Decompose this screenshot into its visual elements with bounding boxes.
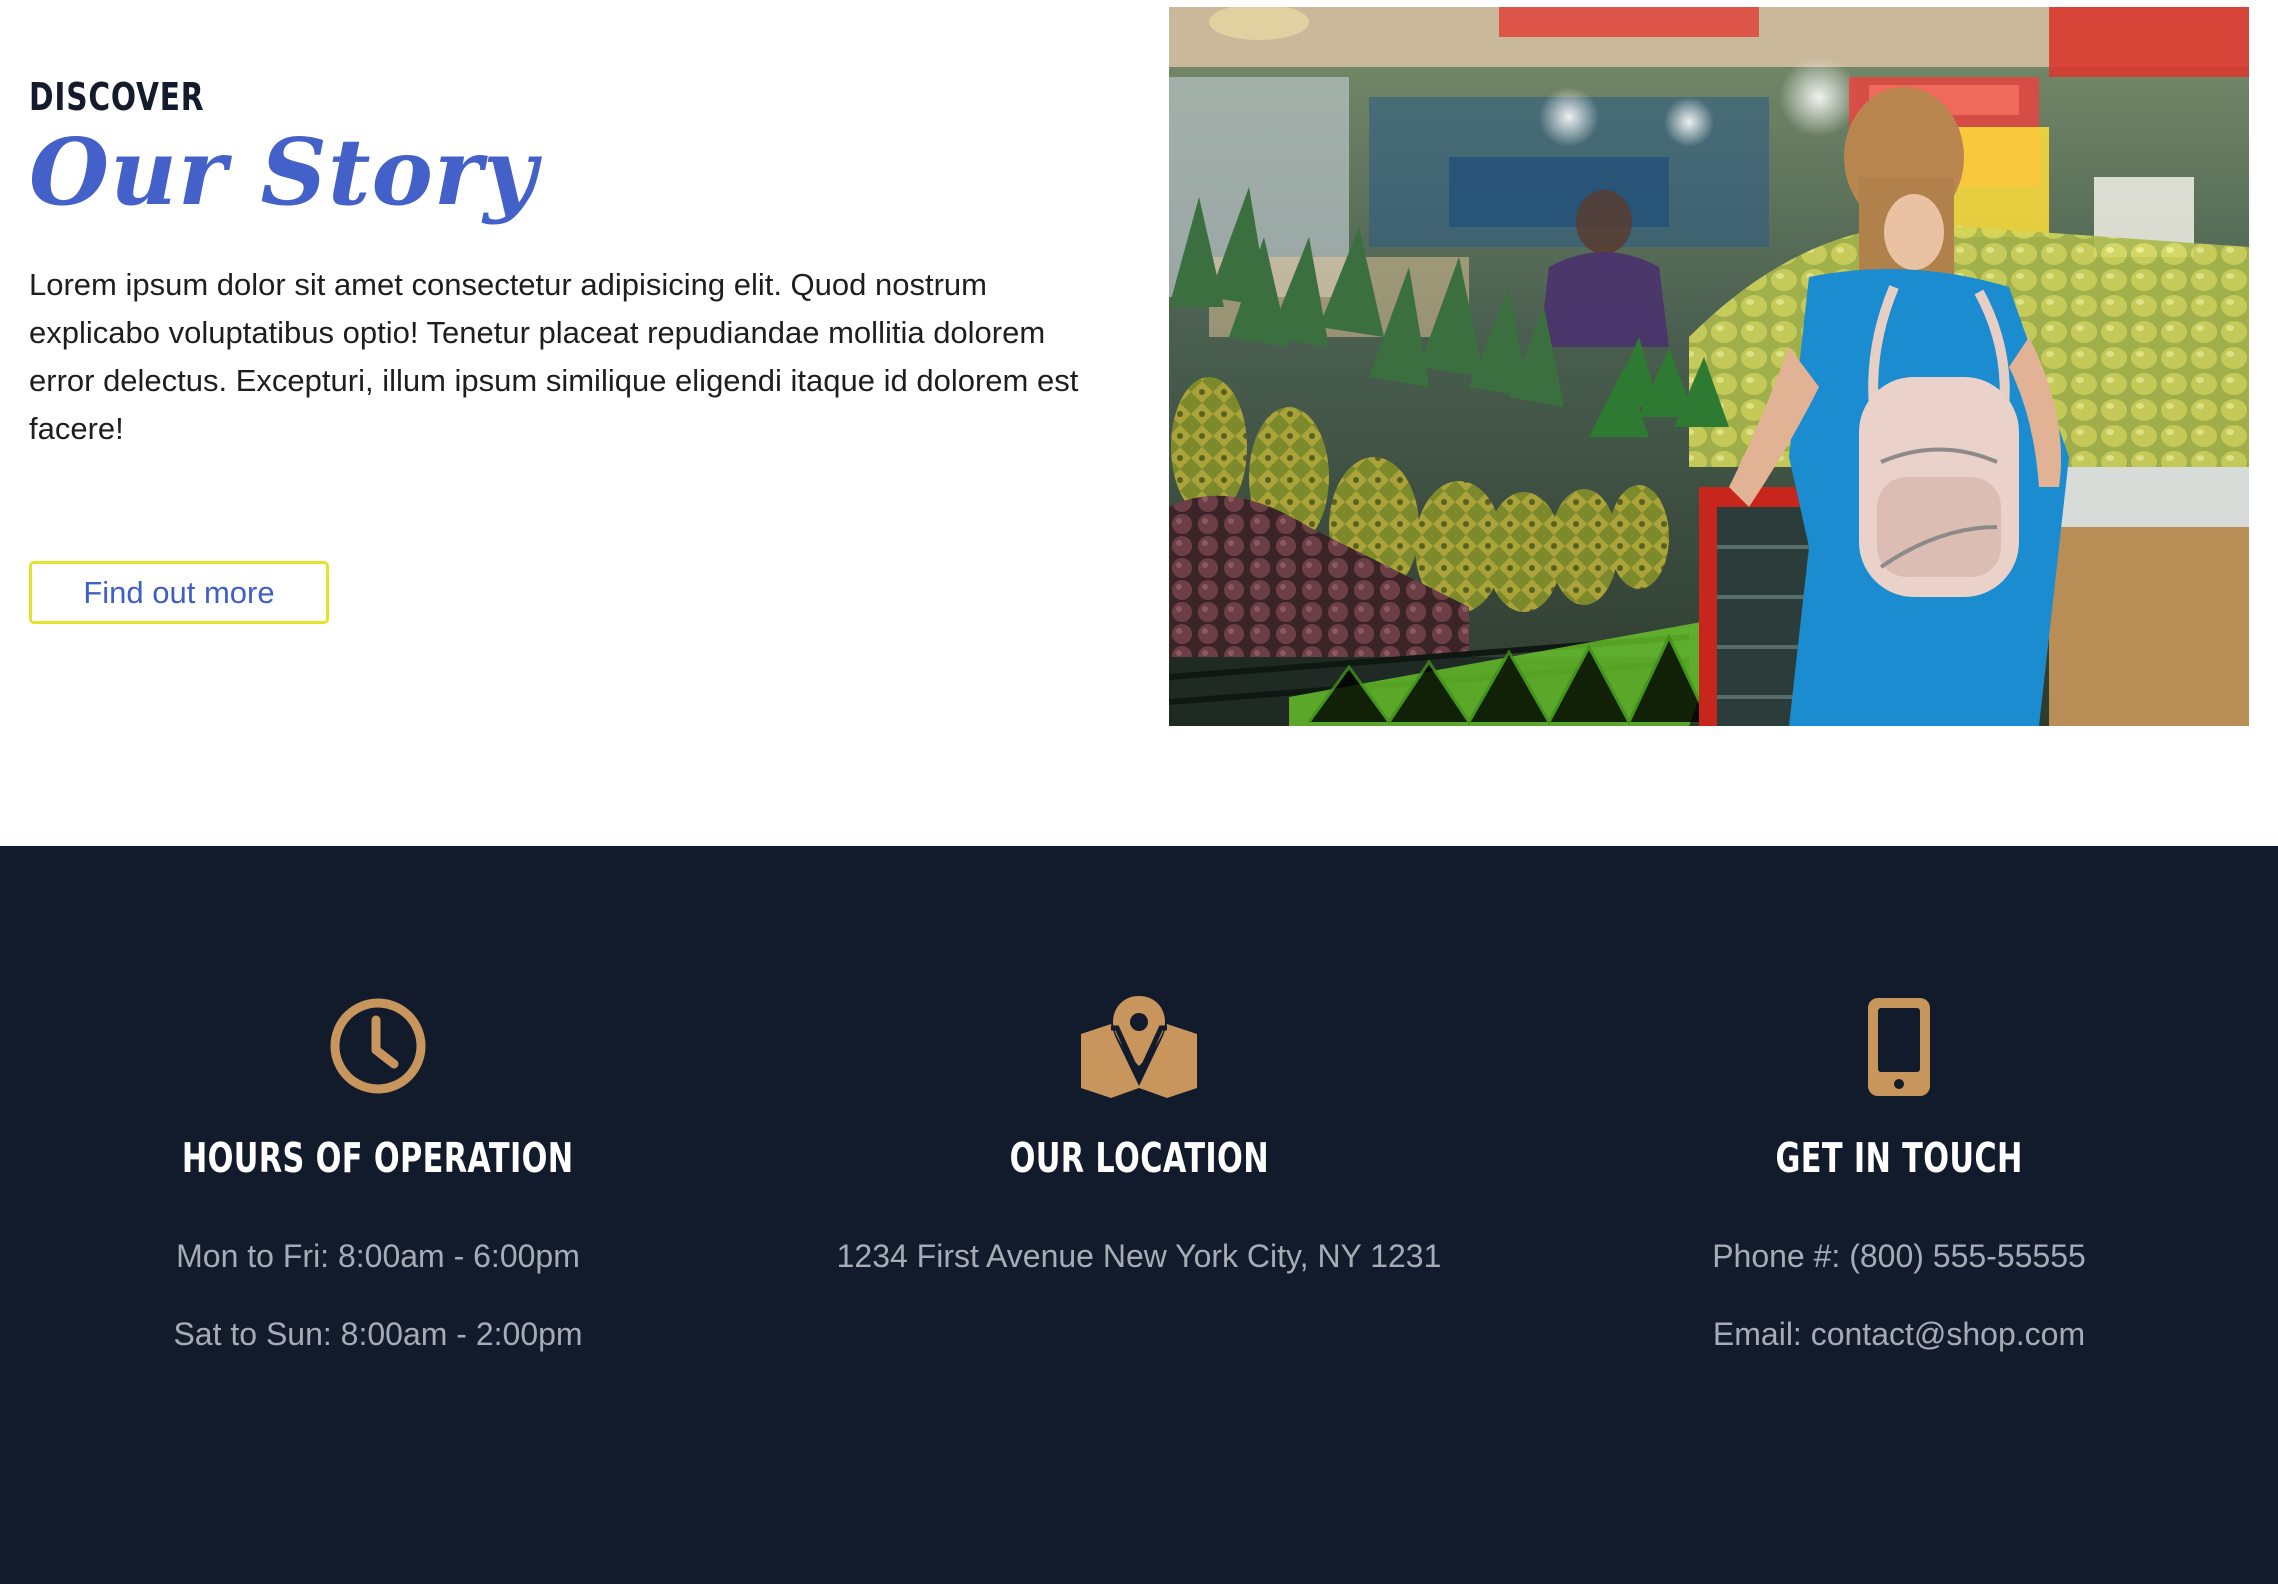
contact-phone: Phone #: (800) 555-55555 xyxy=(1712,1238,2086,1274)
find-out-more-button[interactable]: Find out more xyxy=(29,561,329,624)
hours-title: HOURS OF OPERATION xyxy=(182,1134,574,1182)
location-address: 1234 First Avenue New York City, NY 1231 xyxy=(836,1238,1442,1274)
mobile-phone-icon xyxy=(1868,998,1930,1096)
hours-weekend: Sat to Sun: 8:00am - 2:00pm xyxy=(173,1316,583,1352)
contact-email: Email: contact@shop.com xyxy=(1712,1316,2086,1352)
market-shopper-image xyxy=(1169,7,2249,726)
story-eyebrow: DISCOVER xyxy=(29,75,205,119)
hours-weekday: Mon to Fri: 8:00am - 6:00pm xyxy=(176,1238,580,1274)
contact-column: GET IN TOUCH Phone #: (800) 555-55555 Em… xyxy=(1519,996,2278,1350)
hours-column: HOURS OF OPERATION Mon to Fri: 8:00am - … xyxy=(0,996,758,1350)
location-title: OUR LOCATION xyxy=(1009,1134,1269,1182)
story-photo xyxy=(1169,7,2249,726)
story-section: DISCOVER Our Story Lorem ipsum dolor sit… xyxy=(0,0,2278,846)
location-column: OUR LOCATION 1234 First Avenue New York … xyxy=(759,996,1519,1272)
story-body: Lorem ipsum dolor sit amet consectetur a… xyxy=(29,266,1079,446)
info-section: HOURS OF OPERATION Mon to Fri: 8:00am - … xyxy=(0,846,2278,1584)
map-pin-icon xyxy=(1081,996,1197,1098)
contact-title: GET IN TOUCH xyxy=(1775,1134,2023,1182)
clock-icon xyxy=(330,998,426,1094)
story-title: Our Story xyxy=(29,118,538,226)
story-text-block: DISCOVER Our Story Lorem ipsum dolor sit… xyxy=(29,78,1129,453)
